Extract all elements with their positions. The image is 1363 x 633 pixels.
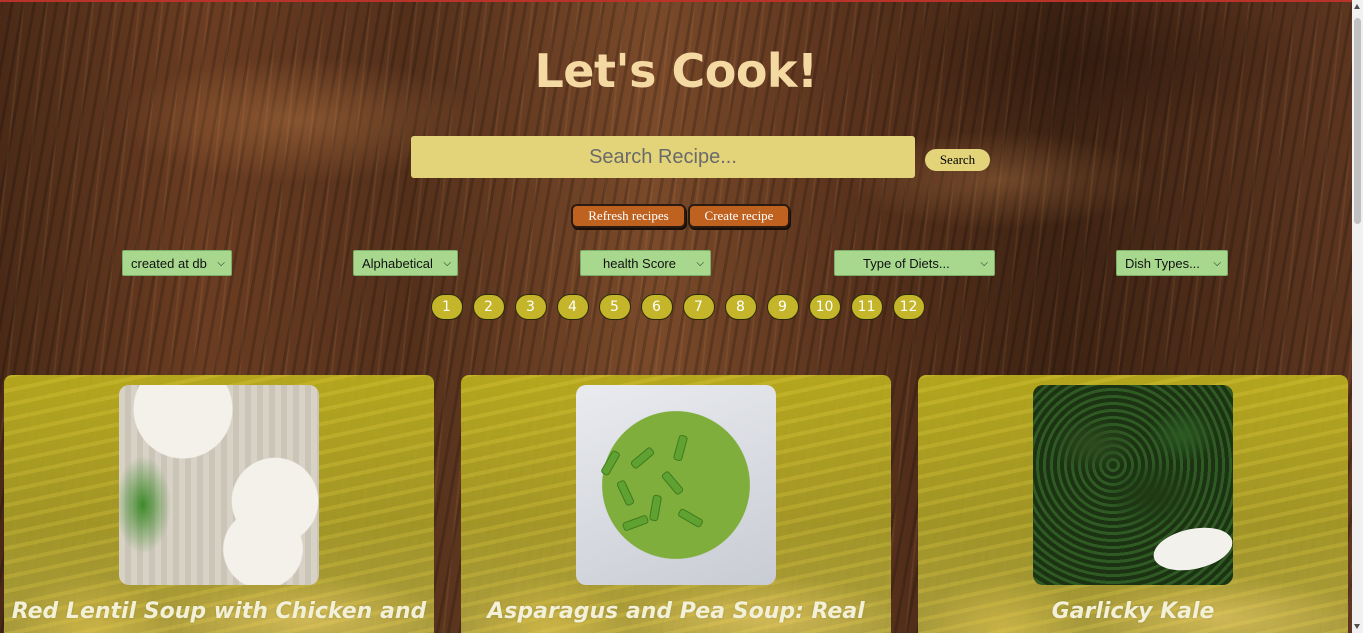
select-value: Type of Diets... — [863, 255, 950, 271]
page-button-7[interactable]: 7 — [682, 294, 715, 320]
created-at-select[interactable]: created at db ⌵ — [122, 250, 232, 276]
page-button-1[interactable]: 1 — [430, 294, 463, 320]
recipe-card[interactable]: Asparagus and Pea Soup: Real — [461, 375, 891, 633]
diet-type-select[interactable]: Type of Diets... ⌵ — [834, 250, 995, 276]
search-button[interactable]: Search — [925, 149, 990, 171]
page-title: Let's Cook! — [534, 44, 818, 98]
top-border — [0, 0, 1352, 2]
page-button-11[interactable]: 11 — [850, 294, 883, 320]
recipe-title: Garlicky Kale — [1051, 599, 1215, 624]
health-score-select[interactable]: health Score ⌵ — [580, 250, 711, 276]
page-button-9[interactable]: 9 — [766, 294, 799, 320]
recipe-card[interactable]: Red Lentil Soup with Chicken and — [4, 375, 434, 633]
page-button-2[interactable]: 2 — [472, 294, 505, 320]
scroll-up-icon[interactable] — [1354, 4, 1360, 9]
pea-soup-image — [576, 385, 776, 585]
lentil-soup-image — [119, 385, 319, 585]
select-value: Alphabetical — [362, 255, 433, 271]
chevron-down-icon: ⌵ — [980, 257, 988, 269]
chevron-down-icon: ⌵ — [696, 257, 704, 269]
page-button-6[interactable]: 6 — [640, 294, 673, 320]
scrollbar-thumb[interactable] — [1354, 18, 1361, 224]
page-button-10[interactable]: 10 — [808, 294, 841, 320]
select-value: health Score — [603, 255, 676, 271]
pagination: 1 2 3 4 5 6 7 8 9 10 11 12 — [0, 294, 1352, 320]
page-button-3[interactable]: 3 — [514, 294, 547, 320]
page-button-12[interactable]: 12 — [892, 294, 925, 320]
page-button-8[interactable]: 8 — [724, 294, 757, 320]
alphabetical-select[interactable]: Alphabetical ⌵ — [353, 250, 458, 276]
recipe-title: Asparagus and Pea Soup: Real — [487, 599, 865, 624]
dish-type-select[interactable]: Dish Types... ⌵ — [1116, 250, 1228, 276]
recipe-card[interactable]: Garlicky Kale — [918, 375, 1348, 633]
select-value: Dish Types... — [1125, 255, 1200, 271]
scroll-down-icon[interactable] — [1354, 624, 1360, 629]
chevron-down-icon: ⌵ — [443, 257, 451, 269]
page-button-4[interactable]: 4 — [556, 294, 589, 320]
chevron-down-icon: ⌵ — [1213, 257, 1221, 269]
page-scrollbar[interactable] — [1352, 0, 1363, 633]
select-value: created at db — [131, 255, 207, 271]
kale-image — [1033, 385, 1233, 585]
search-input[interactable] — [411, 136, 915, 178]
recipe-title: Red Lentil Soup with Chicken and — [11, 599, 427, 624]
refresh-recipes-button[interactable]: Refresh recipes — [571, 204, 686, 228]
chevron-down-icon: ⌵ — [217, 257, 225, 269]
create-recipe-button[interactable]: Create recipe — [688, 204, 790, 228]
page-button-5[interactable]: 5 — [598, 294, 631, 320]
